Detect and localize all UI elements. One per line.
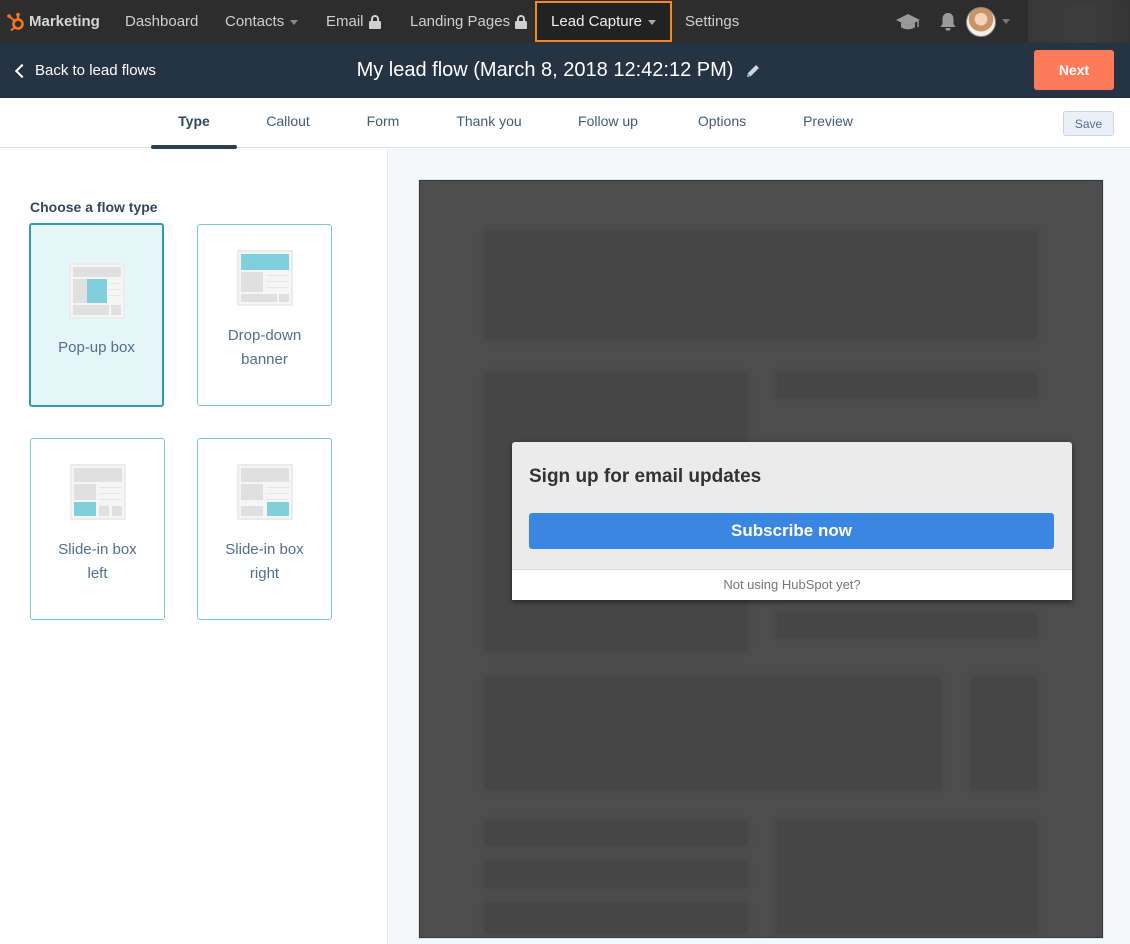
lock-icon	[515, 14, 528, 29]
placeholder-block	[485, 861, 747, 887]
placeholder-block	[971, 677, 1037, 789]
tab-follow-up[interactable]: Follow up	[568, 98, 648, 148]
next-button[interactable]: Next	[1034, 50, 1114, 90]
dropdown-banner-thumbnail-icon	[236, 250, 293, 306]
flow-type-dropdown-banner[interactable]: Drop-down banner	[197, 224, 332, 406]
nav-item-lead-capture[interactable]: Lead Capture	[535, 1, 672, 42]
nav-utility-icons	[895, 0, 1010, 43]
card-label-line1: Drop-down	[227, 327, 302, 344]
subscribe-now-button[interactable]: Subscribe now	[529, 513, 1054, 549]
card-label-line1: Slide-in box	[225, 541, 304, 558]
nav-item-email[interactable]: Email	[326, 0, 381, 43]
tab-options[interactable]: Options	[686, 98, 758, 148]
nav-label: Landing Pages	[410, 13, 511, 30]
caret-down-icon	[647, 20, 656, 25]
card-label-line1: Slide-in box	[58, 541, 137, 558]
hubspot-logo-icon	[7, 12, 24, 31]
lock-icon	[368, 14, 381, 29]
user-avatar[interactable]	[966, 6, 996, 37]
popup-box-thumbnail-icon	[68, 263, 125, 319]
slide-in-right-thumbnail-icon	[236, 464, 293, 520]
flow-type-panel: Choose a flow type Pop-up box Drop-down …	[0, 149, 388, 944]
flow-title: My lead flow (March 8, 2018 12:42:12 PM)	[0, 43, 1130, 98]
popup-footer-link[interactable]: Not using HubSpot yet?	[512, 569, 1072, 600]
popup-preview: Sign up for email updates Subscribe now …	[512, 442, 1072, 600]
brand-label: Marketing	[29, 13, 100, 30]
pencil-edit-icon[interactable]	[745, 63, 761, 79]
section-heading: Choose a flow type	[30, 199, 158, 215]
academy-graduation-cap-icon[interactable]	[895, 12, 921, 32]
card-label: Pop-up box	[58, 339, 135, 356]
card-label-line2: right	[249, 565, 280, 582]
nav-item-dashboard[interactable]: Dashboard	[125, 0, 198, 43]
nav-label: Lead Capture	[551, 13, 642, 30]
brand[interactable]: Marketing	[6, 0, 100, 43]
slide-in-left-thumbnail-icon	[69, 464, 126, 520]
nav-item-settings[interactable]: Settings	[685, 0, 739, 43]
nav-item-contacts[interactable]: Contacts	[225, 0, 299, 43]
placeholder-block	[777, 821, 1037, 933]
placeholder-block	[777, 373, 1037, 397]
notifications-bell-icon[interactable]	[938, 11, 958, 33]
step-tabs: Type Callout Form Thank you Follow up Op…	[0, 98, 1130, 149]
placeholder-block	[485, 231, 1037, 339]
card-label-line2: left	[87, 565, 108, 582]
card-label-line2: banner	[241, 351, 288, 368]
flow-type-popup-box[interactable]: Pop-up box	[29, 223, 164, 407]
tab-callout[interactable]: Callout	[252, 98, 324, 148]
nav-label: Email	[326, 13, 364, 30]
save-button[interactable]: Save	[1063, 111, 1114, 136]
flow-title-text: My lead flow (March 8, 2018 12:42:12 PM)	[356, 59, 734, 81]
editor-header: Back to lead flows My lead flow (March 8…	[0, 43, 1130, 98]
flow-type-slide-in-right[interactable]: Slide-in box right	[197, 438, 332, 620]
tab-preview[interactable]: Preview	[795, 98, 861, 148]
preview-area: Sign up for email updates Subscribe now …	[389, 149, 1130, 944]
placeholder-block	[485, 677, 941, 789]
tab-thank-you[interactable]: Thank you	[446, 98, 532, 148]
top-navigation: Marketing Dashboard Contacts Email Landi…	[0, 0, 1130, 43]
website-preview-frame: Sign up for email updates Subscribe now …	[419, 180, 1103, 938]
tab-type[interactable]: Type	[151, 98, 237, 149]
account-name-blurred[interactable]	[1028, 0, 1130, 43]
nav-item-landing-pages[interactable]: Landing Pages	[410, 0, 528, 43]
caret-down-icon	[290, 20, 299, 25]
placeholder-block	[485, 821, 747, 845]
flow-type-slide-in-left[interactable]: Slide-in box left	[30, 438, 165, 620]
popup-title: Sign up for email updates	[529, 466, 762, 487]
nav-label: Dashboard	[125, 13, 199, 30]
nav-label: Contacts	[225, 13, 285, 30]
placeholder-block	[777, 613, 1037, 637]
nav-label: Settings	[685, 13, 740, 30]
caret-down-icon[interactable]	[1002, 19, 1010, 24]
tab-form[interactable]: Form	[356, 98, 410, 148]
placeholder-block	[485, 903, 747, 933]
